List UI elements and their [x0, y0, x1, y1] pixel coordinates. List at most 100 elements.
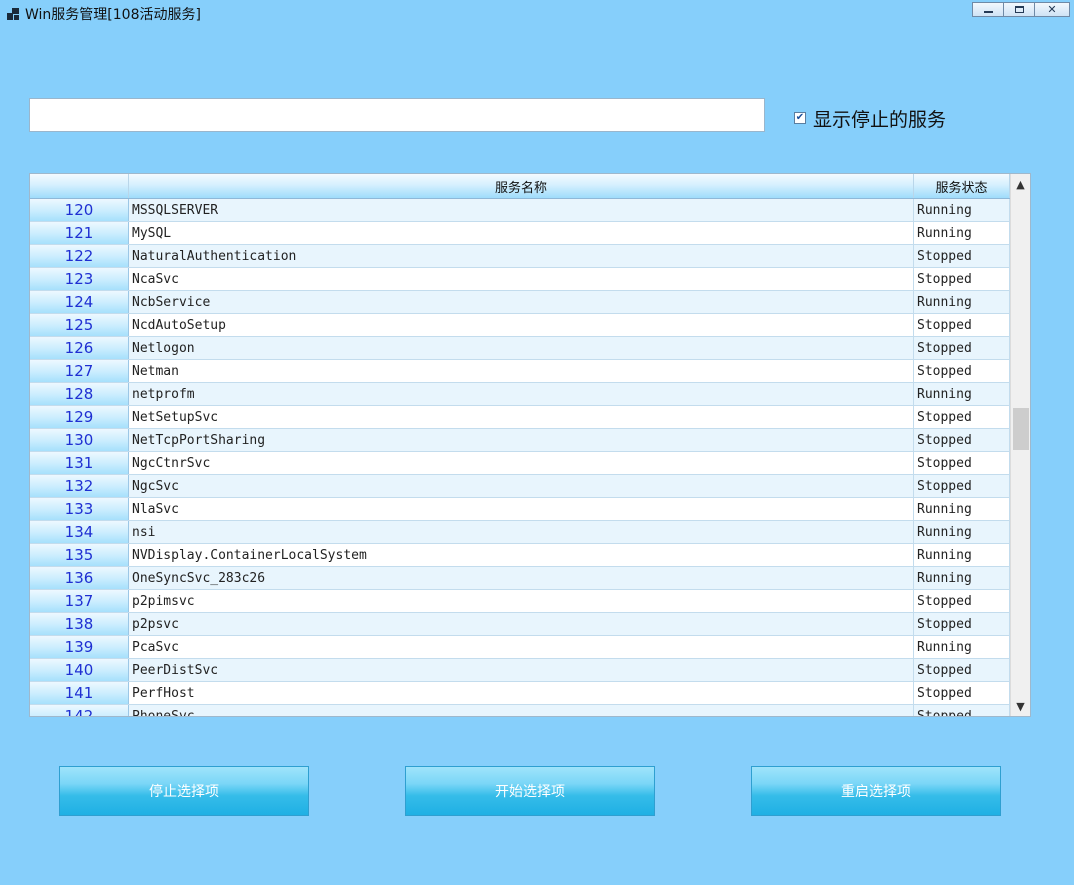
- service-name-cell: MySQL: [129, 222, 914, 244]
- table-row[interactable]: 131 NgcCtnrSvc Stopped: [30, 452, 1010, 475]
- service-name-cell: NgcSvc: [129, 475, 914, 497]
- service-status-cell: Stopped: [914, 705, 1010, 716]
- service-status-cell: Stopped: [914, 475, 1010, 497]
- service-status-cell: Running: [914, 291, 1010, 313]
- table-row[interactable]: 133 NlaSvc Running: [30, 498, 1010, 521]
- service-name-cell: NetSetupSvc: [129, 406, 914, 428]
- table-row[interactable]: 137 p2pimsvc Stopped: [30, 590, 1010, 613]
- close-button[interactable]: ✕: [1034, 2, 1070, 17]
- row-index-cell: 122: [30, 245, 129, 267]
- window-controls: ✕: [972, 2, 1070, 18]
- row-index-cell: 123: [30, 268, 129, 290]
- restart-selected-button[interactable]: 重启选择项: [751, 766, 1001, 816]
- service-name-cell: Netlogon: [129, 337, 914, 359]
- service-name-cell: p2pimsvc: [129, 590, 914, 612]
- table-row[interactable]: 128 netprofm Running: [30, 383, 1010, 406]
- row-index-cell: 137: [30, 590, 129, 612]
- row-index-cell: 125: [30, 314, 129, 336]
- column-header-service-name[interactable]: 服务名称: [129, 174, 914, 198]
- table-row[interactable]: 126 Netlogon Stopped: [30, 337, 1010, 360]
- table-row[interactable]: 123 NcaSvc Stopped: [30, 268, 1010, 291]
- service-name-cell: NaturalAuthentication: [129, 245, 914, 267]
- show-stopped-toggle[interactable]: ✔ 显示停止的服务: [794, 106, 946, 131]
- table-row[interactable]: 122 NaturalAuthentication Stopped: [30, 245, 1010, 268]
- column-header-service-status[interactable]: 服务状态: [914, 174, 1010, 198]
- service-name-cell: netprofm: [129, 383, 914, 405]
- table-row[interactable]: 121 MySQL Running: [30, 222, 1010, 245]
- table-row[interactable]: 129 NetSetupSvc Stopped: [30, 406, 1010, 429]
- start-selected-button[interactable]: 开始选择项: [405, 766, 655, 816]
- service-status-cell: Stopped: [914, 613, 1010, 635]
- app-icon: [7, 8, 19, 20]
- row-index-cell: 127: [30, 360, 129, 382]
- row-index-cell: 140: [30, 659, 129, 681]
- row-index-cell: 126: [30, 337, 129, 359]
- scroll-down-icon[interactable]: ▼: [1011, 696, 1030, 716]
- table-row[interactable]: 138 p2psvc Stopped: [30, 613, 1010, 636]
- service-status-cell: Running: [914, 383, 1010, 405]
- minimize-button[interactable]: [972, 2, 1004, 17]
- service-status-cell: Running: [914, 636, 1010, 658]
- scrollbar-thumb[interactable]: [1013, 408, 1029, 450]
- stop-selected-button[interactable]: 停止选择项: [59, 766, 309, 816]
- service-status-cell: Running: [914, 199, 1010, 221]
- service-status-cell: Stopped: [914, 268, 1010, 290]
- service-name-cell: OneSyncSvc_283c26: [129, 567, 914, 589]
- service-name-cell: PcaSvc: [129, 636, 914, 658]
- show-stopped-checkbox[interactable]: ✔: [794, 112, 806, 124]
- table-row[interactable]: 140 PeerDistSvc Stopped: [30, 659, 1010, 682]
- table-row[interactable]: 136 OneSyncSvc_283c26 Running: [30, 567, 1010, 590]
- service-status-cell: Stopped: [914, 659, 1010, 681]
- row-index-cell: 128: [30, 383, 129, 405]
- row-index-cell: 130: [30, 429, 129, 451]
- table-row[interactable]: 142 PhoneSvc Stopped: [30, 705, 1010, 716]
- row-index-cell: 131: [30, 452, 129, 474]
- grid-body: 120 MSSQLSERVER Running 121 MySQL Running 122 N…: [30, 199, 1010, 716]
- service-name-cell: NetTcpPortSharing: [129, 429, 914, 451]
- scroll-up-icon[interactable]: ▲: [1011, 174, 1030, 194]
- service-name-cell: Netman: [129, 360, 914, 382]
- table-row[interactable]: 120 MSSQLSERVER Running: [30, 199, 1010, 222]
- service-status-cell: Stopped: [914, 360, 1010, 382]
- service-name-cell: NgcCtnrSvc: [129, 452, 914, 474]
- service-name-cell: nsi: [129, 521, 914, 543]
- services-grid[interactable]: 服务名称 服务状态 120 MSSQLSERVER Running 121 MySQL R…: [29, 173, 1031, 717]
- title-bar: Win服务管理[108活动服务] ✕: [0, 0, 1074, 28]
- service-name-cell: PeerDistSvc: [129, 659, 914, 681]
- service-name-cell: PerfHost: [129, 682, 914, 704]
- table-row[interactable]: 132 NgcSvc Stopped: [30, 475, 1010, 498]
- row-index-cell: 136: [30, 567, 129, 589]
- service-status-cell: Stopped: [914, 314, 1010, 336]
- maximize-button[interactable]: [1003, 2, 1035, 17]
- service-name-cell: PhoneSvc: [129, 705, 914, 716]
- service-name-cell: NcbService: [129, 291, 914, 313]
- column-header-index[interactable]: [30, 174, 129, 198]
- table-row[interactable]: 135 NVDisplay.ContainerLocalSystem Running: [30, 544, 1010, 567]
- service-status-cell: Stopped: [914, 245, 1010, 267]
- row-index-cell: 133: [30, 498, 129, 520]
- service-status-cell: Running: [914, 222, 1010, 244]
- table-row[interactable]: 125 NcdAutoSetup Stopped: [30, 314, 1010, 337]
- vertical-scrollbar[interactable]: ▲ ▼: [1010, 174, 1030, 716]
- maximize-icon: [1014, 6, 1024, 13]
- table-row[interactable]: 130 NetTcpPortSharing Stopped: [30, 429, 1010, 452]
- row-index-cell: 135: [30, 544, 129, 566]
- service-status-cell: Stopped: [914, 682, 1010, 704]
- minimize-icon: [983, 11, 993, 13]
- service-name-cell: NcaSvc: [129, 268, 914, 290]
- service-status-cell: Stopped: [914, 429, 1010, 451]
- table-row[interactable]: 127 Netman Stopped: [30, 360, 1010, 383]
- service-status-cell: Running: [914, 567, 1010, 589]
- table-row[interactable]: 124 NcbService Running: [30, 291, 1010, 314]
- service-name-cell: NlaSvc: [129, 498, 914, 520]
- table-row[interactable]: 141 PerfHost Stopped: [30, 682, 1010, 705]
- service-status-cell: Running: [914, 498, 1010, 520]
- table-row[interactable]: 139 PcaSvc Running: [30, 636, 1010, 659]
- table-row[interactable]: 134 nsi Running: [30, 521, 1010, 544]
- service-name-cell: MSSQLSERVER: [129, 199, 914, 221]
- search-input[interactable]: [29, 98, 765, 132]
- service-status-cell: Stopped: [914, 337, 1010, 359]
- service-status-cell: Stopped: [914, 452, 1010, 474]
- row-index-cell: 139: [30, 636, 129, 658]
- close-icon: ✕: [1047, 3, 1057, 16]
